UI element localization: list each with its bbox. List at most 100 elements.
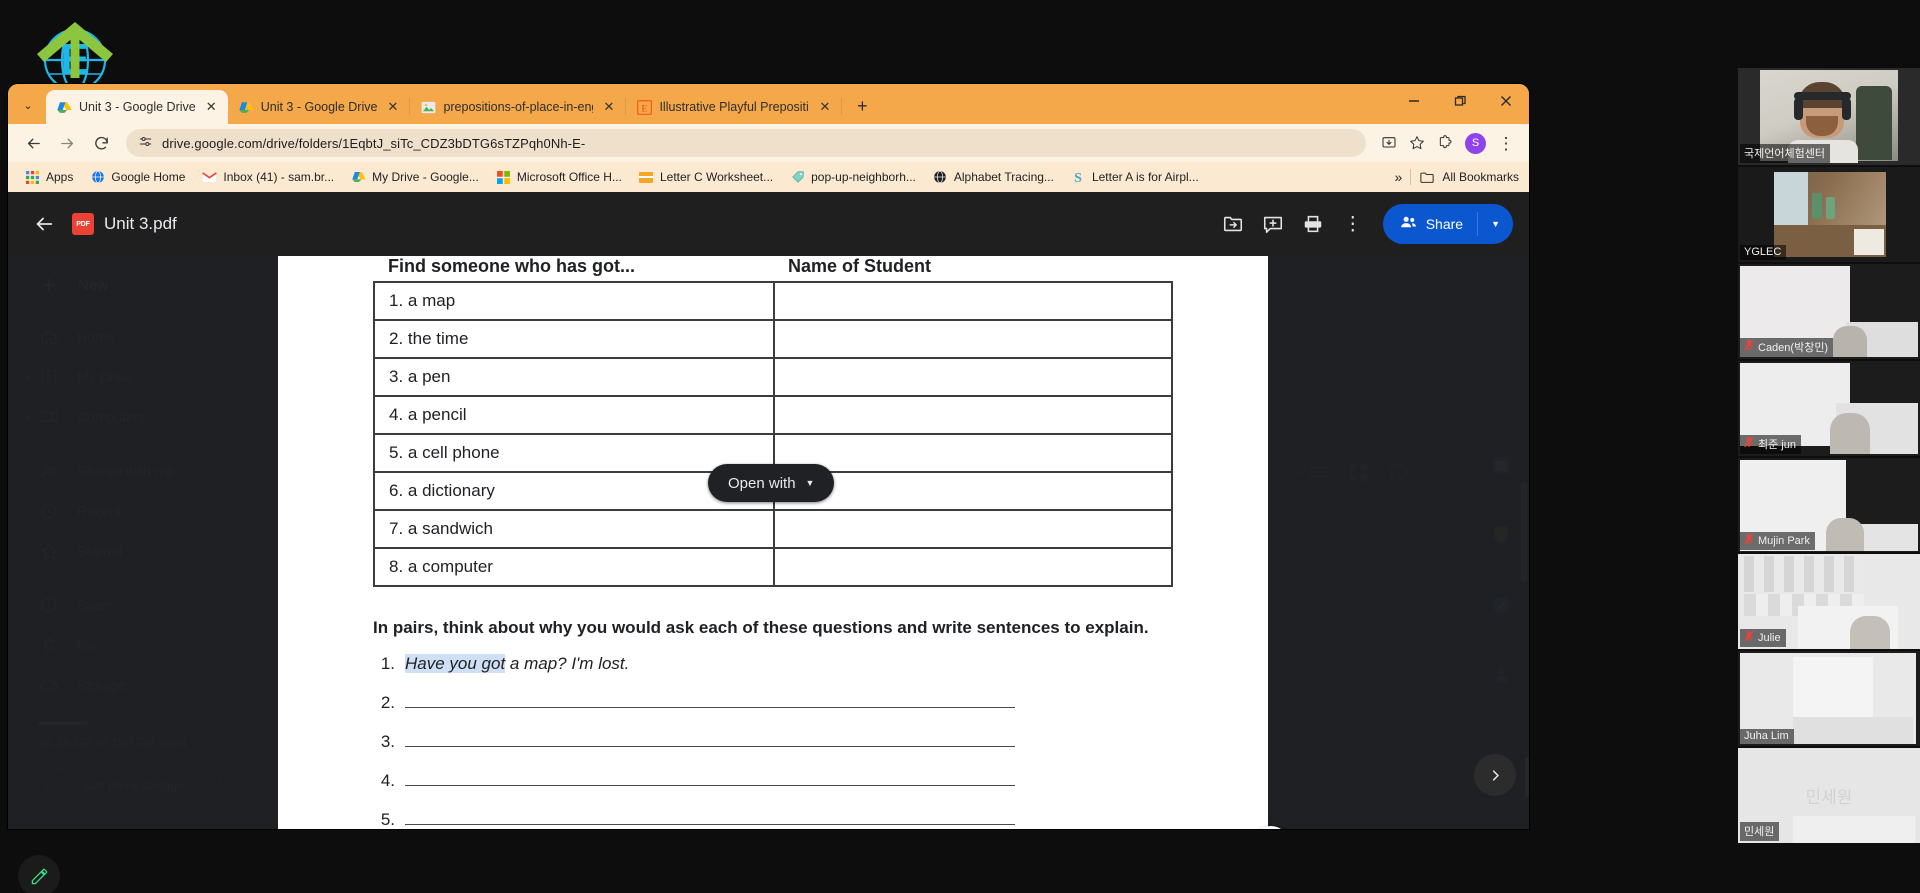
tab-title: prepositions-of-place-in-engli: [443, 100, 594, 114]
participant-name: 국제언어체험센터: [1744, 147, 1825, 160]
back-button[interactable]: [18, 128, 48, 158]
page-title: Unit 3.pdf: [104, 214, 177, 233]
more-options-button[interactable]: ⋮: [1333, 204, 1373, 244]
bookmark-google-home[interactable]: Google Home: [83, 167, 192, 188]
mic-muted-icon: [1744, 436, 1754, 451]
reload-button[interactable]: [86, 128, 116, 158]
close-icon[interactable]: ✕: [384, 99, 401, 116]
participant-name-badge: Juha Lim: [1740, 729, 1794, 745]
browser-tab-3[interactable]: E Illustrative Playful Prepositions ✕: [626, 90, 841, 124]
all-bookmarks-label[interactable]: All Bookmarks: [1442, 170, 1519, 184]
answer-num: 4.: [380, 770, 395, 790]
url-text: drive.google.com/drive/folders/1EqbtJ_si…: [162, 135, 586, 151]
close-icon: [1501, 96, 1511, 106]
video-tile-2[interactable]: Caden(박창민): [1738, 263, 1920, 359]
row-item: a computer: [407, 557, 493, 576]
browser-tab-1[interactable]: Unit 3 - Google Drive ✕: [228, 90, 410, 124]
table-row: 4. a pencil: [373, 395, 1173, 435]
mic-muted-icon: [1744, 533, 1754, 548]
tab-search-dropdown[interactable]: ⌄: [14, 91, 42, 119]
row-num: 1.: [389, 291, 404, 310]
bookmark-alphabet-tracing[interactable]: Alphabet Tracing...: [926, 167, 1061, 188]
close-icon[interactable]: ✕: [600, 99, 617, 116]
share-button[interactable]: Share ▼: [1382, 204, 1513, 244]
bookmark-label: Letter A is for Airpl...: [1091, 170, 1199, 184]
browser-tab-2[interactable]: prepositions-of-place-in-engli ✕: [410, 90, 625, 124]
answer-text: Have you got a map? I'm lost.: [405, 653, 629, 674]
video-tile-3[interactable]: 최준 jun: [1738, 360, 1920, 456]
close-window-button[interactable]: [1483, 84, 1529, 118]
print-button[interactable]: [1293, 204, 1333, 244]
answer-blank-line: [405, 769, 1015, 786]
participant-name-badge: 민세원: [1740, 822, 1780, 841]
col-header-find-someone: Find someone who has got...: [388, 256, 636, 276]
add-comment-icon: [1263, 216, 1282, 234]
orange-doc-icon: [639, 170, 654, 185]
folder-icon: [1419, 170, 1434, 185]
participant-name-badge: Julie: [1740, 629, 1786, 648]
chevron-right-icon: [1492, 769, 1499, 781]
close-preview-button[interactable]: [24, 204, 64, 244]
share-main[interactable]: Share: [1383, 213, 1477, 235]
close-icon[interactable]: ✕: [816, 99, 833, 116]
add-comment-header-button[interactable]: [1253, 204, 1293, 244]
annotation-pencil-button[interactable]: [18, 855, 60, 893]
video-tile-5[interactable]: Julie: [1738, 554, 1920, 650]
extensions-puzzle-icon[interactable]: [1432, 130, 1458, 156]
next-file-button[interactable]: [1474, 754, 1516, 796]
video-tile-0[interactable]: 국제언어체험센터: [1738, 68, 1920, 165]
globe-dark-icon: [933, 170, 948, 185]
bookmark-label: Alphabet Tracing...: [953, 170, 1054, 184]
desktop-background: E ⌄ Unit 3 - Goo: [0, 0, 1920, 893]
list-item: 4.: [373, 769, 1173, 791]
profile-avatar[interactable]: S: [1465, 132, 1486, 154]
video-tile-6[interactable]: Juha Lim: [1738, 651, 1920, 747]
forward-button[interactable]: [52, 128, 82, 158]
install-icon[interactable]: [1376, 130, 1402, 156]
bookmarks-overflow-button[interactable]: »: [1395, 169, 1403, 185]
row-num: 6.: [389, 481, 404, 500]
row-num: 4.: [389, 405, 404, 424]
video-tile-4[interactable]: Mujin Park: [1738, 457, 1920, 553]
video-tile-1[interactable]: YGLEC: [1738, 166, 1920, 262]
mic-muted-icon: [1744, 339, 1754, 354]
maximize-button[interactable]: [1437, 84, 1483, 118]
address-bar[interactable]: drive.google.com/drive/folders/1EqbtJ_si…: [126, 129, 1366, 157]
answer-num: 1.: [380, 653, 395, 673]
open-with-button[interactable]: Open with ▼: [708, 464, 835, 502]
close-icon[interactable]: ✕: [203, 99, 220, 116]
row-item: a cell phone: [407, 443, 500, 462]
bookmark-label: Letter C Worksheet...: [659, 170, 774, 184]
bookmark-label: Microsoft Office H...: [516, 170, 622, 184]
minimize-button[interactable]: [1391, 84, 1437, 118]
participant-name-badge: 국제언어체험센터: [1740, 143, 1830, 163]
chrome-browser-window: ⌄ Unit 3 - Google Drive ✕ Unit 3 - Googl…: [8, 84, 1529, 829]
participant-name-badge: Caden(박창민): [1740, 337, 1834, 357]
bookmark-label: Google Home: [111, 170, 186, 184]
omnibox-actions: S ⋮: [1376, 130, 1519, 156]
bookmark-microsoft-office[interactable]: Microsoft Office H...: [489, 167, 629, 188]
participant-name-badge: 최준 jun: [1740, 434, 1801, 454]
share-dropdown-button[interactable]: ▼: [1478, 219, 1513, 229]
row-num: 2.: [389, 329, 404, 348]
bookmark-my-drive[interactable]: My Drive - Google...: [344, 167, 486, 188]
bookmark-star-icon[interactable]: [1404, 130, 1430, 156]
bookmark-popup-neighborhood[interactable]: pop-up-neighborh...: [783, 167, 923, 188]
bookmark-apps[interactable]: Apps: [18, 167, 80, 188]
row-num: 5.: [389, 443, 404, 462]
move-to-folder-button[interactable]: [1213, 204, 1253, 244]
bookmark-letter-c-worksheet[interactable]: Letter C Worksheet...: [632, 167, 780, 188]
video-tile-7[interactable]: 민세원 민세원: [1738, 748, 1920, 843]
microsoft-icon: [496, 170, 511, 185]
profile-initial: S: [1471, 137, 1480, 149]
browser-tab-0[interactable]: Unit 3 - Google Drive ✕: [46, 90, 228, 124]
bookmark-letter-a-airplane[interactable]: S Letter A is for Airpl...: [1064, 167, 1206, 188]
site-settings-icon[interactable]: [138, 134, 153, 152]
bookmark-label: Apps: [46, 170, 74, 184]
row-num: 7.: [389, 519, 404, 538]
pdf-page-canvas: Find someone who has got... Name of Stud…: [278, 256, 1268, 829]
bookmark-inbox[interactable]: Inbox (41) - sam.br...: [195, 167, 341, 188]
new-tab-button[interactable]: +: [848, 92, 876, 120]
share-label: Share: [1425, 216, 1464, 232]
chrome-menu-button[interactable]: ⋮: [1493, 130, 1519, 156]
